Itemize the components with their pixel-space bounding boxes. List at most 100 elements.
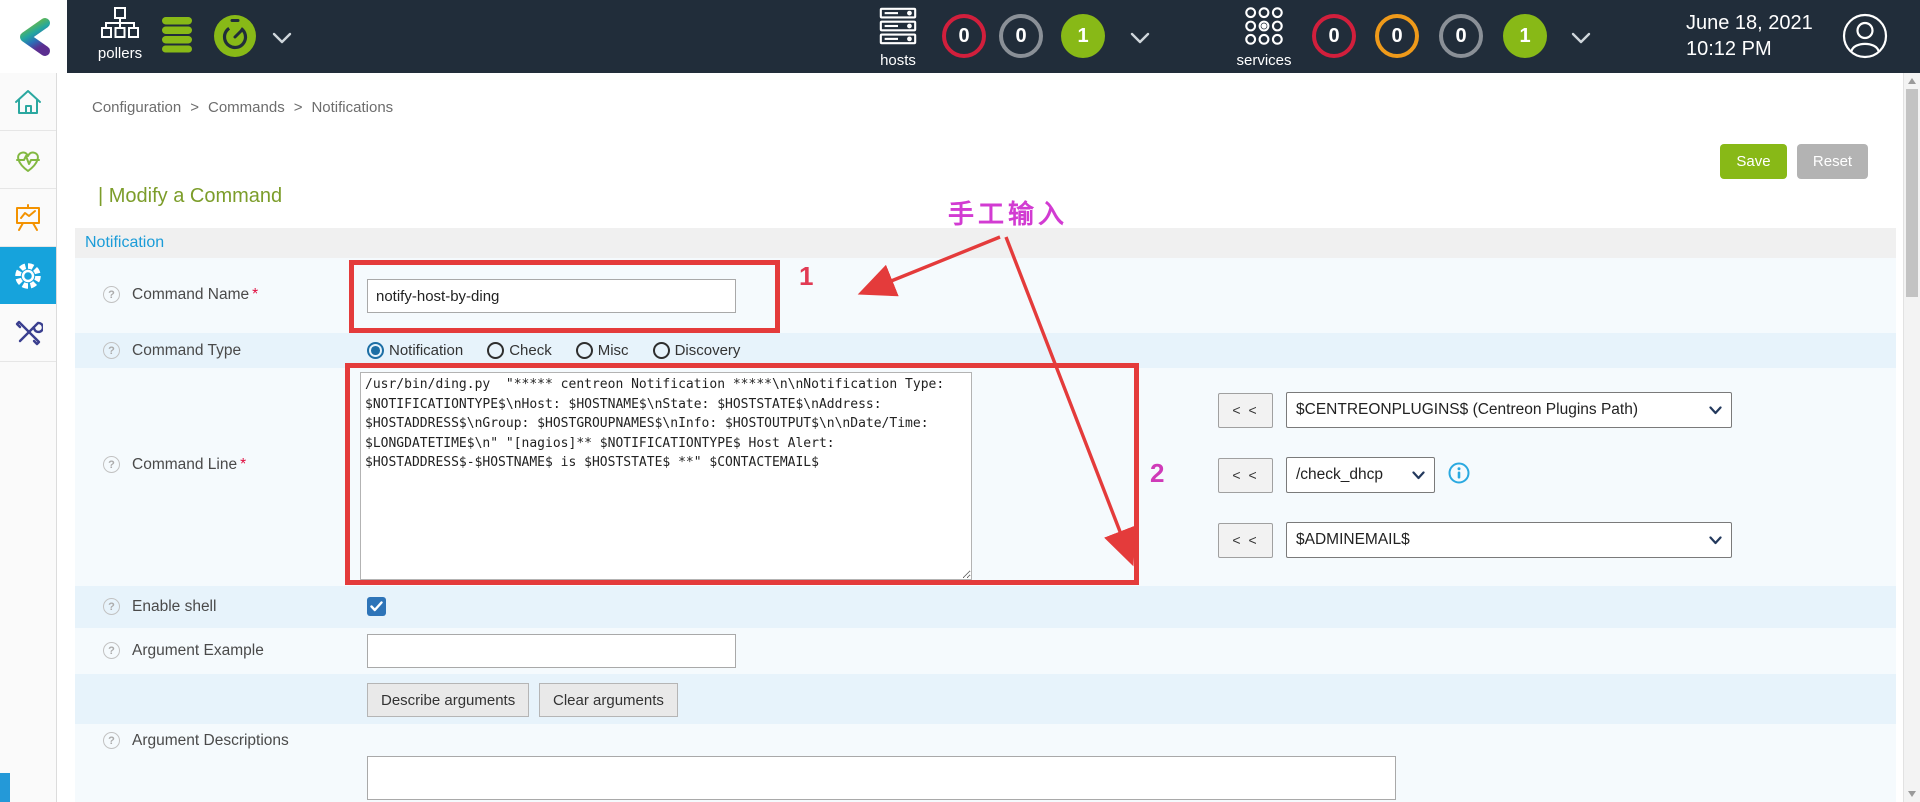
sidebar <box>0 73 57 802</box>
tab-notification[interactable]: Notification <box>75 228 174 258</box>
annotation-note-text: 手工输入 <box>948 199 1069 229</box>
field-row-enable-shell: Enable shell <box>75 586 1896 628</box>
centreon-logo-icon <box>19 17 50 56</box>
clear-arguments-button[interactable]: Clear arguments <box>539 683 678 717</box>
breadcrumb-configuration[interactable]: Configuration <box>92 99 181 116</box>
field-row-argument-descriptions: Argument Descriptions <box>75 724 1896 802</box>
radio-icon <box>487 342 505 359</box>
vertical-scrollbar[interactable] <box>1903 73 1920 802</box>
check-plugin-select[interactable]: /check_dhcp <box>1286 457 1435 493</box>
user-icon <box>1842 13 1888 59</box>
hosts-status[interactable]: hosts <box>868 6 928 69</box>
macro-row-admin-email: < < $ADMINEMAIL$ <box>1218 522 1732 558</box>
enable-shell-label: Enable shell <box>132 598 217 615</box>
breadcrumb-separator: > <box>190 99 199 116</box>
presentation-chart-icon <box>16 203 40 231</box>
time-text: 10:12 PM <box>1686 38 1772 60</box>
datetime-display: June 18, 2021 10:12 PM <box>1686 10 1813 62</box>
scroll-down-arrow[interactable] <box>1908 791 1916 797</box>
services-label: services <box>1236 52 1292 69</box>
admin-email-select[interactable]: $ADMINEMAIL$ <box>1286 522 1732 558</box>
help-icon[interactable] <box>103 642 120 659</box>
services-status[interactable]: services <box>1232 6 1296 69</box>
radio-icon <box>652 342 670 359</box>
save-button[interactable]: Save <box>1720 144 1787 179</box>
latency-status-icon[interactable] <box>213 14 257 63</box>
reset-button[interactable]: Reset <box>1797 144 1868 179</box>
services-ok-badge[interactable]: 1 <box>1503 14 1547 58</box>
sidebar-scroll-indicator[interactable] <box>0 773 10 802</box>
chevron-down-icon[interactable] <box>272 31 292 49</box>
annotation-marker-1: 1 <box>799 261 814 291</box>
command-name-input[interactable] <box>367 279 736 313</box>
main-content: Configuration > Commands > Notifications… <box>57 73 1903 802</box>
radio-misc[interactable]: Misc <box>575 342 629 359</box>
breadcrumb-notifications[interactable]: Notifications <box>311 99 393 116</box>
help-icon[interactable] <box>103 732 120 749</box>
argument-descriptions-input[interactable] <box>367 756 1396 800</box>
chevron-down-icon <box>1709 405 1722 414</box>
command-type-radio-group: Notification Check Misc Discovery <box>367 333 740 368</box>
scroll-up-arrow[interactable] <box>1908 78 1916 84</box>
radio-notification[interactable]: Notification <box>367 342 463 359</box>
macro-row-plugins-path: < < $CENTREONPLUGINS$ (Centreon Plugins … <box>1218 392 1732 428</box>
radio-selected-icon <box>367 342 384 359</box>
tab-bar: Notification <box>75 228 1896 258</box>
annotation-marker-2: 2 <box>1150 458 1165 488</box>
describe-arguments-button[interactable]: Describe arguments <box>367 683 530 717</box>
hosts-down-badge[interactable]: 0 <box>942 14 986 58</box>
page-title: | Modify a Command <box>98 185 283 207</box>
radio-discovery[interactable]: Discovery <box>652 342 740 359</box>
user-menu[interactable] <box>1842 13 1888 64</box>
sidebar-item-administration[interactable] <box>0 304 56 362</box>
tools-icon <box>15 320 43 345</box>
scrollbar-thumb[interactable] <box>1906 89 1918 297</box>
database-status-icon[interactable] <box>157 15 197 60</box>
help-icon[interactable] <box>103 598 120 615</box>
field-row-argument-example: Argument Example <box>75 628 1896 674</box>
centreon-app: pollers hosts 0 0 1 services 0 0 0 1 Jun… <box>0 0 1920 802</box>
macro-row-plugin: < < /check_dhcp <box>1218 457 1470 493</box>
sidebar-item-configuration[interactable] <box>0 247 56 304</box>
hosts-label: hosts <box>880 52 916 69</box>
insert-macro-button[interactable]: < < <box>1218 457 1273 493</box>
hosts-up-badge[interactable]: 1 <box>1061 14 1105 58</box>
radio-check[interactable]: Check <box>487 342 552 359</box>
pollers-label: pollers <box>97 45 143 62</box>
chevron-down-icon[interactable] <box>1130 31 1150 49</box>
breadcrumb-commands[interactable]: Commands <box>208 99 285 116</box>
help-icon[interactable] <box>103 342 120 359</box>
sidebar-item-monitoring[interactable] <box>0 131 56 189</box>
breadcrumb-separator: > <box>293 99 303 116</box>
services-critical-badge[interactable]: 0 <box>1312 14 1356 58</box>
services-warning-badge[interactable]: 0 <box>1375 14 1419 58</box>
command-line-label: Command Line * <box>132 456 247 473</box>
argument-example-label: Argument Example <box>132 642 264 659</box>
sidebar-item-reporting[interactable] <box>0 189 56 247</box>
services-icon <box>1245 7 1283 45</box>
plugins-path-select[interactable]: $CENTREONPLUGINS$ (Centreon Plugins Path… <box>1286 392 1732 428</box>
command-type-label: Command Type <box>132 342 242 359</box>
pollers-status[interactable]: pollers <box>90 7 150 62</box>
heart-pulse-icon <box>16 151 40 172</box>
field-row-command-type: Command Type Notification Check Misc Dis… <box>75 333 1896 368</box>
hosts-unreachable-badge[interactable]: 0 <box>999 14 1043 58</box>
enable-shell-checkbox[interactable] <box>367 597 386 616</box>
help-icon[interactable] <box>103 286 120 303</box>
services-unknown-badge[interactable]: 0 <box>1439 14 1483 58</box>
insert-macro-button[interactable]: < < <box>1218 522 1273 558</box>
argument-example-input[interactable] <box>367 634 736 668</box>
radio-icon <box>575 342 593 359</box>
field-row-command-name: Command Name* <box>75 258 1896 333</box>
help-icon[interactable] <box>103 456 120 473</box>
breadcrumb: Configuration > Commands > Notifications <box>92 99 393 116</box>
check-icon <box>370 601 383 612</box>
centreon-logo[interactable] <box>0 0 67 73</box>
sidebar-item-home[interactable] <box>0 73 56 131</box>
gear-icon <box>15 262 41 289</box>
hosts-icon <box>879 7 917 45</box>
command-line-textarea[interactable]: /usr/bin/ding.py "***** centreon Notific… <box>360 372 972 580</box>
chevron-down-icon[interactable] <box>1571 31 1591 49</box>
insert-macro-button[interactable]: < < <box>1218 392 1273 428</box>
info-icon[interactable] <box>1448 462 1470 489</box>
